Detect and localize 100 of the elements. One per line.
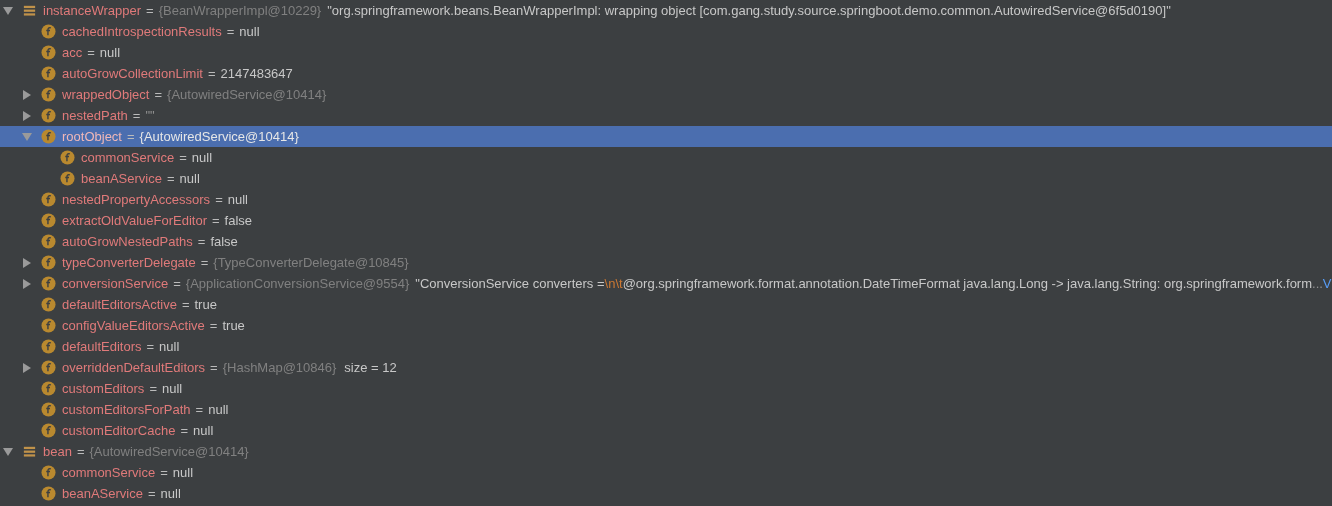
field-icon xyxy=(41,66,56,81)
field-icon xyxy=(41,465,56,480)
variable-value: false xyxy=(224,213,253,228)
equals-sign: = xyxy=(197,234,206,249)
variable-name: cachedIntrospectionResults xyxy=(62,24,222,39)
equals-sign: = xyxy=(149,381,157,396)
tree-row[interactable]: bean = {AutowiredService@10414} xyxy=(0,441,1332,462)
tree-row[interactable]: acc = null xyxy=(0,42,1332,63)
equals-sign: = xyxy=(179,150,187,165)
field-icon xyxy=(41,318,56,333)
tree-row[interactable]: customEditors = null xyxy=(0,378,1332,399)
variable-name: wrappedObject xyxy=(62,87,150,102)
variable-icon xyxy=(22,444,37,459)
variable-value: 2147483647 xyxy=(220,66,293,81)
variable-value: null xyxy=(160,486,181,501)
object-type: {HashMap@10846} xyxy=(222,360,337,375)
equals-sign: = xyxy=(147,486,156,501)
collapsed-arrow-icon[interactable] xyxy=(22,362,32,373)
tree-row[interactable]: defaultEditorsActive = true xyxy=(0,294,1332,315)
variable-name: commonService xyxy=(62,465,156,480)
tree-row[interactable]: cachedIntrospectionResults = null xyxy=(0,21,1332,42)
equals-sign: = xyxy=(207,66,216,81)
equals-sign: = xyxy=(146,339,155,354)
equals-sign: = xyxy=(127,129,135,144)
variable-value: null xyxy=(227,192,248,207)
equals-sign: = xyxy=(166,171,175,186)
variable-name: defaultEditorsActive xyxy=(62,297,177,312)
variable-value: size = 12 xyxy=(344,360,397,375)
equals-sign: = xyxy=(195,402,204,417)
variable-value: null xyxy=(191,150,213,165)
ellipsis-text: "" xyxy=(145,108,155,123)
tree-row[interactable]: rootObject = {AutowiredService@10414} xyxy=(0,126,1332,147)
equals-sign: = xyxy=(181,297,190,312)
tree-row[interactable]: beanAService = null xyxy=(0,168,1332,189)
field-icon xyxy=(41,381,56,396)
tree-row[interactable]: autoGrowNestedPaths = false xyxy=(0,231,1332,252)
variable-value: null xyxy=(99,45,121,60)
field-icon xyxy=(41,486,56,501)
collapsed-arrow-icon[interactable] xyxy=(22,278,32,289)
tree-row[interactable]: commonService = null xyxy=(0,147,1332,168)
field-icon xyxy=(41,45,56,60)
tree-row[interactable]: instanceWrapper = {BeanWrapperImpl@10229} "org.springframework.beans.BeanWrapperImpl: wrapping object [com.gang.study.source.springboot.demo.common.AutowiredService@6f5d0190]" xyxy=(0,0,1332,21)
collapsed-arrow-icon[interactable] xyxy=(22,89,32,100)
object-type: {BeanWrapperImpl@10229} xyxy=(158,3,322,18)
field-icon xyxy=(41,402,56,417)
variable-value: true xyxy=(222,318,245,333)
tree-row[interactable]: extractOldValueForEditor = false xyxy=(0,210,1332,231)
tree-row[interactable]: customEditorsForPath = null xyxy=(0,399,1332,420)
collapsed-arrow-icon[interactable] xyxy=(22,257,32,268)
tree-row[interactable]: wrappedObject = {AutowiredService@10414} xyxy=(0,84,1332,105)
field-icon xyxy=(41,234,56,249)
field-icon xyxy=(41,213,56,228)
variable-value: false xyxy=(210,234,238,249)
string-value: @org.springframework.format.annotation.DateTimeFormat java.lang.Long -> java.lang.String: org.springframework.form xyxy=(622,276,1312,291)
variable-name: customEditorsForPath xyxy=(62,402,191,417)
expanded-arrow-icon[interactable] xyxy=(3,5,13,16)
field-icon xyxy=(41,24,56,39)
variable-name: beanAService xyxy=(81,171,162,186)
equals-sign: = xyxy=(200,255,209,270)
tree-row[interactable]: commonService = null xyxy=(0,462,1332,483)
equals-sign: = xyxy=(173,276,181,291)
object-type: {AutowiredService@10414} xyxy=(89,444,249,459)
tree-row[interactable]: defaultEditors = null xyxy=(0,336,1332,357)
variable-name: acc xyxy=(62,45,83,60)
expanded-arrow-icon[interactable] xyxy=(3,446,13,457)
variable-icon xyxy=(22,3,37,18)
equals-sign: = xyxy=(146,3,154,18)
variable-name: bean xyxy=(43,444,72,459)
tree-row[interactable]: typeConverterDelegate = {TypeConverterDelegate@10845} xyxy=(0,252,1332,273)
equals-sign: = xyxy=(210,360,218,375)
equals-sign: = xyxy=(209,318,218,333)
object-type: {TypeConverterDelegate@10845} xyxy=(213,255,409,270)
equals-sign: = xyxy=(87,45,95,60)
object-type: {AutowiredService@10414} xyxy=(139,129,299,144)
tree-row[interactable]: autoGrowCollectionLimit = 2147483647 xyxy=(0,63,1332,84)
object-type: {ApplicationConversionService@9554} xyxy=(185,276,410,291)
variable-value: null xyxy=(172,465,194,480)
tree-row[interactable]: configValueEditorsActive = true xyxy=(0,315,1332,336)
object-type: {AutowiredService@10414} xyxy=(167,87,327,102)
tree-row[interactable]: nestedPath = "" xyxy=(0,105,1332,126)
variable-value: null xyxy=(193,423,214,438)
field-icon xyxy=(41,129,56,144)
tree-row[interactable]: overriddenDefaultEditors = {HashMap@10846} size = 12 xyxy=(0,357,1332,378)
variable-value: true xyxy=(194,297,217,312)
variable-name: customEditors xyxy=(62,381,145,396)
tree-row[interactable]: nestedPropertyAccessors = null xyxy=(0,189,1332,210)
view-link[interactable]: V xyxy=(1322,276,1332,291)
equals-sign: = xyxy=(132,108,141,123)
tree-row[interactable]: customEditorCache = null xyxy=(0,420,1332,441)
field-icon xyxy=(41,108,56,123)
field-icon xyxy=(41,297,56,312)
field-icon xyxy=(41,87,56,102)
variable-name: customEditorCache xyxy=(62,423,176,438)
field-icon xyxy=(41,339,56,354)
variable-name: defaultEditors xyxy=(62,339,142,354)
field-icon xyxy=(41,276,56,291)
collapsed-arrow-icon[interactable] xyxy=(22,110,32,121)
equals-sign: = xyxy=(226,24,235,39)
field-icon xyxy=(60,150,75,165)
tree-row[interactable]: beanAService = null xyxy=(0,483,1332,504)
